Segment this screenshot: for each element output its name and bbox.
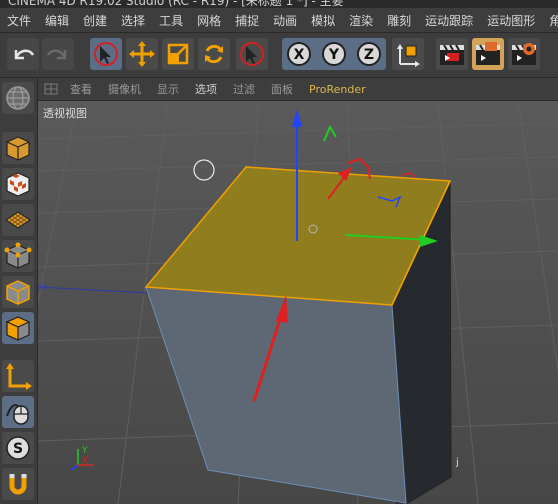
z-axis-lock-button[interactable]: Z <box>353 38 385 70</box>
polygons-cube-icon <box>5 316 31 341</box>
y-axis-icon: Y <box>322 42 346 66</box>
svg-text:Z: Z <box>364 47 374 63</box>
move-icon <box>129 41 155 67</box>
menu-select[interactable]: 选择 <box>114 12 152 29</box>
viewport-menu-view[interactable]: 查看 <box>62 81 100 97</box>
x-axis-lock-button[interactable]: X <box>283 38 315 70</box>
points-cube-icon <box>4 242 32 269</box>
globe-icon <box>6 86 30 110</box>
render-settings-button[interactable] <box>508 38 540 70</box>
axis-corner-icon <box>6 363 32 390</box>
grid-plane-icon <box>4 211 32 229</box>
make-editable-button[interactable] <box>2 82 34 114</box>
main-toolbar: X Y Z <box>0 33 558 78</box>
y-axis-lock-button[interactable]: Y <box>318 38 350 70</box>
checker-cube-icon <box>6 172 30 197</box>
undo-icon <box>14 49 35 60</box>
mouse-icon <box>6 404 29 425</box>
window-title: CINEMA 4D R19.02 Studio (RC - R19) - [未标… <box>8 0 344 8</box>
svg-text:Y: Y <box>328 47 340 63</box>
menu-file[interactable]: 文件 <box>0 12 38 29</box>
axis-mode-button[interactable] <box>2 360 34 392</box>
viewport-menu-panel[interactable]: 面板 <box>263 81 301 97</box>
tweak-mode-button[interactable] <box>2 396 34 428</box>
workplane-mode-button[interactable] <box>2 204 34 236</box>
grip-icon <box>44 83 58 95</box>
menu-mograph[interactable]: 运动图形 <box>480 12 542 29</box>
viewport-menu-filter[interactable]: 过滤 <box>225 81 263 97</box>
viewport-menu-display[interactable]: 显示 <box>149 81 187 97</box>
menu-character[interactable]: 角色 <box>542 12 558 29</box>
viewport-name-label: 透视视图 <box>40 104 90 122</box>
menu-render[interactable]: 渲染 <box>342 12 380 29</box>
svg-text:Y: Y <box>81 446 88 456</box>
menu-tools[interactable]: 工具 <box>152 12 190 29</box>
snapping-button[interactable]: S <box>2 432 34 464</box>
edges-mode-button[interactable] <box>2 276 34 308</box>
magnet-button[interactable] <box>2 468 34 500</box>
perspective-viewport[interactable]: Y X 透视视图 j <box>38 101 558 504</box>
menu-edit[interactable]: 编辑 <box>38 12 76 29</box>
menu-motion-tracking[interactable]: 运动跟踪 <box>418 12 480 29</box>
rotate-icon <box>205 44 223 64</box>
z-axis-icon: Z <box>357 42 381 66</box>
live-selection-icon <box>94 42 118 66</box>
menu-mesh[interactable]: 网格 <box>190 12 228 29</box>
svg-text:X: X <box>294 47 305 63</box>
menu-snap[interactable]: 捕捉 <box>228 12 266 29</box>
points-mode-button[interactable] <box>2 240 34 272</box>
scale-icon <box>167 43 189 65</box>
main-menu-bar: 文件 编辑 创建 选择 工具 网格 捕捉 动画 模拟 渲染 雕刻 运动跟踪 运动… <box>0 8 558 33</box>
viewport-menu-cameras[interactable]: 摄像机 <box>100 81 149 97</box>
left-palette: S <box>0 78 38 504</box>
snap-s-icon: S <box>6 436 30 460</box>
cube-model-icon <box>6 136 30 161</box>
viewport-menu-prorender[interactable]: ProRender <box>301 83 374 96</box>
redo-icon <box>46 49 67 60</box>
texture-mode-button[interactable] <box>2 168 34 200</box>
redo-button[interactable] <box>42 38 74 70</box>
menu-sculpt[interactable]: 雕刻 <box>380 12 418 29</box>
coordinate-system-icon <box>397 44 420 67</box>
viewport-menu-bar: 查看 摄像机 显示 选项 过滤 面板 ProRender <box>38 78 558 101</box>
menu-animate[interactable]: 动画 <box>266 12 304 29</box>
magnet-icon <box>9 474 27 495</box>
title-bar: CINEMA 4D R19.02 Studio (RC - R19) - [未标… <box>0 0 558 8</box>
coordinate-system-button[interactable] <box>392 38 424 70</box>
svg-text:X: X <box>82 456 88 466</box>
clapper-icon <box>440 44 464 65</box>
edges-cube-icon <box>6 280 30 305</box>
viewport-menu-options[interactable]: 选项 <box>187 81 225 97</box>
clapper-icon <box>476 42 500 65</box>
render-to-picture-viewer-button[interactable] <box>472 38 504 70</box>
render-view-button[interactable] <box>436 38 468 70</box>
selection-cursor-icon <box>240 42 264 66</box>
undo-button[interactable] <box>7 38 39 70</box>
polygons-mode-button[interactable] <box>2 312 34 344</box>
svg-text:S: S <box>13 441 23 457</box>
menu-create[interactable]: 创建 <box>76 12 114 29</box>
model-mode-button[interactable] <box>2 132 34 164</box>
live-selection-button[interactable] <box>90 38 122 70</box>
recent-tool-button[interactable] <box>236 38 268 70</box>
rotate-button[interactable] <box>198 38 230 70</box>
menu-simulate[interactable]: 模拟 <box>304 12 342 29</box>
scale-button[interactable] <box>162 38 194 70</box>
clapper-gear-icon <box>512 43 536 65</box>
x-axis-icon: X <box>287 42 311 66</box>
viewport-scene: Y X <box>38 101 558 504</box>
viewport-corner-marker: j <box>456 457 459 468</box>
move-button[interactable] <box>126 38 158 70</box>
